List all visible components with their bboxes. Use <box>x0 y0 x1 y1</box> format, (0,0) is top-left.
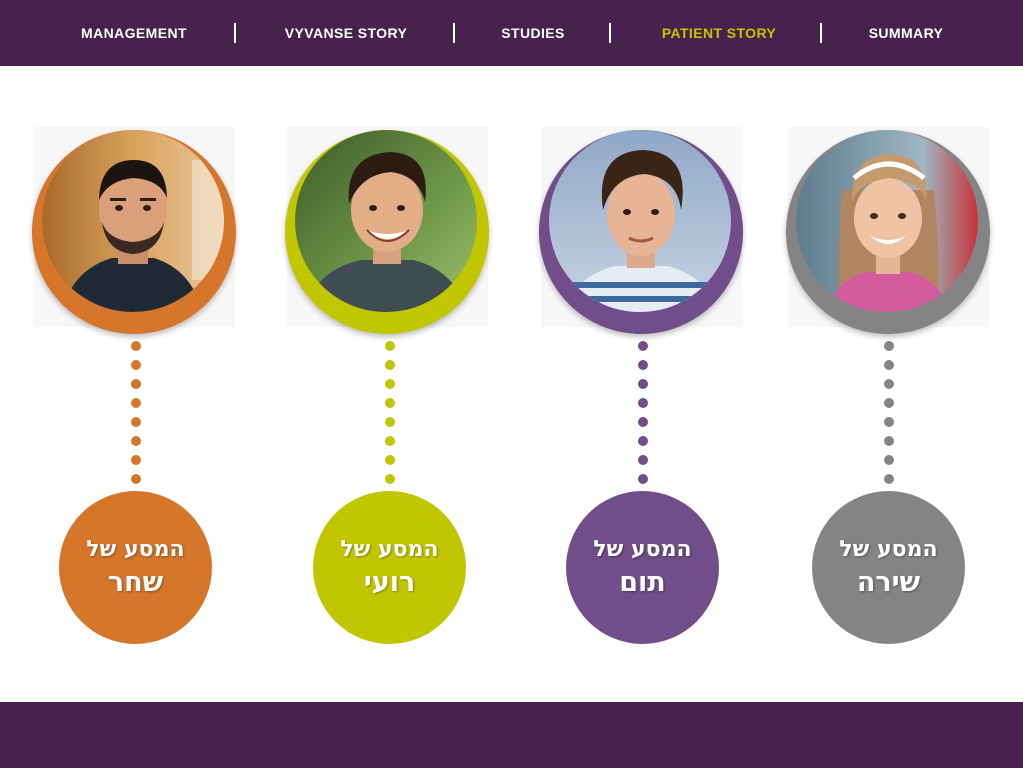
patient-photo-shira <box>796 130 978 312</box>
patient-photo-card-roei[interactable] <box>285 127 489 334</box>
nav-separator <box>453 23 455 43</box>
patient-photo-card-tom[interactable] <box>539 127 743 334</box>
nav-separator <box>234 23 236 43</box>
patient-name: שירה <box>856 566 921 598</box>
patient-photo-card-shira[interactable] <box>786 127 990 334</box>
connector-dots-roei <box>385 341 395 487</box>
patient-name: שחר <box>107 566 164 598</box>
top-nav-bar: MANAGEMENT VYVANSE STORY STUDIES PATIENT… <box>0 0 1023 66</box>
journey-label: המסע של <box>340 536 439 562</box>
patient-photo-card-shahar[interactable] <box>32 127 236 334</box>
journey-label: המסע של <box>839 536 938 562</box>
patient-photo-shahar <box>42 130 224 312</box>
patient-photo-roei <box>295 130 477 312</box>
nav-summary[interactable]: SUMMARY <box>864 0 948 66</box>
nav-vyvanse-story[interactable]: VYVANSE STORY <box>280 0 412 66</box>
nav-management[interactable]: MANAGEMENT <box>78 0 190 66</box>
bottom-bar <box>0 702 1023 768</box>
journey-button-roei[interactable]: המסע של רועי <box>313 491 466 644</box>
nav-separator <box>609 23 611 43</box>
journey-button-shira[interactable]: המסע של שירה <box>812 491 965 644</box>
journey-button-shahar[interactable]: המסע של שחר <box>59 491 212 644</box>
connector-dots-shira <box>884 341 894 487</box>
patient-name: תום <box>619 566 666 598</box>
patient-name: רועי <box>363 566 416 598</box>
nav-patient-story[interactable]: PATIENT STORY <box>656 0 782 66</box>
connector-dots-tom <box>638 341 648 487</box>
journey-label: המסע של <box>86 536 185 562</box>
patient-photo-tom <box>549 130 731 312</box>
connector-dots-shahar <box>131 341 141 487</box>
nav-separator <box>820 23 822 43</box>
nav-studies[interactable]: STUDIES <box>498 0 568 66</box>
journey-button-tom[interactable]: המסע של תום <box>566 491 719 644</box>
journey-label: המסע של <box>593 536 692 562</box>
